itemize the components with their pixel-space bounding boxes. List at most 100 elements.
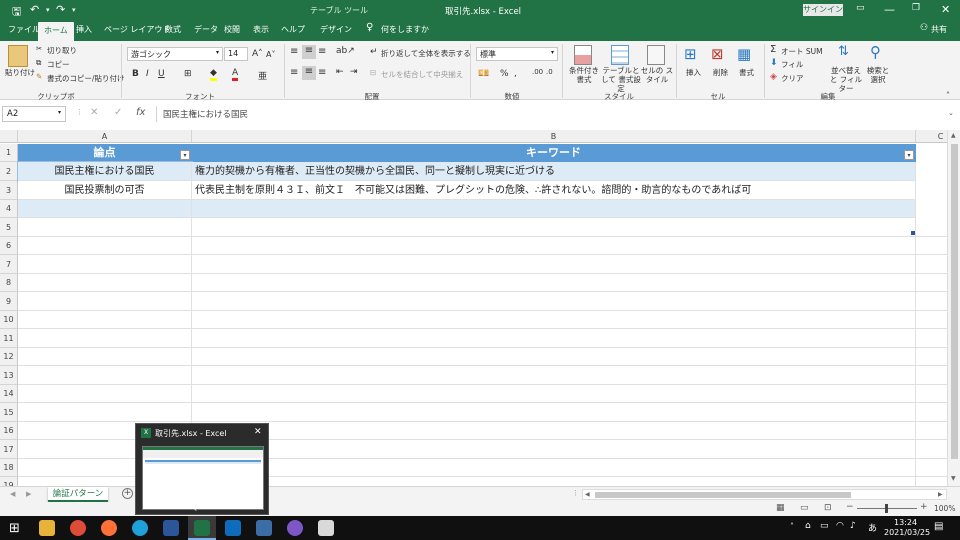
wrap-text-icon[interactable]: ↵ xyxy=(370,47,378,57)
row-header[interactable]: 10 xyxy=(0,311,18,329)
copy-button[interactable]: コピー xyxy=(47,59,70,70)
format-painter-button[interactable]: 書式のコピー/貼り付け xyxy=(47,73,125,84)
format-painter-icon[interactable]: ✎ xyxy=(36,72,42,81)
conditional-format-button[interactable]: 条件付き 書式 xyxy=(566,66,602,84)
network-icon[interactable]: ⌂ xyxy=(805,521,811,531)
italic-icon[interactable]: I xyxy=(146,69,149,79)
normal-view-icon[interactable]: ▦ xyxy=(776,503,785,513)
empty-cell[interactable] xyxy=(192,218,916,237)
cut-button[interactable]: 切り取り xyxy=(47,45,77,56)
close-icon[interactable]: ✕ xyxy=(941,3,950,16)
cut-icon[interactable]: ✂ xyxy=(36,44,42,53)
empty-cell[interactable] xyxy=(916,311,947,329)
row-header[interactable]: 18 xyxy=(0,459,18,477)
delete-cells-icon[interactable]: ⊠ xyxy=(711,45,724,63)
tab-file[interactable]: ファイル xyxy=(8,24,40,35)
empty-cell[interactable] xyxy=(192,477,916,486)
column-header-c[interactable]: C xyxy=(916,130,947,143)
filter-dropdown-icon[interactable]: ▾ xyxy=(180,150,190,160)
empty-cell[interactable] xyxy=(916,366,947,385)
start-icon[interactable]: ⊞ xyxy=(9,521,20,536)
ribbon-display-icon[interactable]: ▭ xyxy=(856,3,865,13)
empty-cell[interactable] xyxy=(192,403,916,422)
empty-cell[interactable] xyxy=(916,403,947,422)
empty-cell[interactable] xyxy=(192,366,916,385)
insert-cells-button[interactable]: 挿入 xyxy=(686,67,701,78)
row-header[interactable]: 12 xyxy=(0,348,18,366)
empty-cell[interactable] xyxy=(18,348,192,366)
page-layout-view-icon[interactable]: ▭ xyxy=(800,503,809,513)
confirm-entry-icon[interactable]: ✓ xyxy=(114,107,122,118)
undo-icon[interactable]: ↶ xyxy=(30,3,39,16)
ime-indicator[interactable]: あ xyxy=(868,521,877,534)
tab-data[interactable]: データ xyxy=(194,24,218,35)
tab-help[interactable]: ヘルプ xyxy=(281,24,305,35)
table-cell[interactable] xyxy=(192,200,916,218)
vertical-scrollbar[interactable]: ▲ ▼ xyxy=(947,130,960,486)
table-header-cell[interactable]: 論点 xyxy=(18,144,192,162)
tab-design[interactable]: デザイン xyxy=(320,24,352,35)
bold-icon[interactable]: B xyxy=(132,69,139,79)
format-as-table-icon[interactable] xyxy=(611,45,629,65)
decrease-indent-icon[interactable]: ⇤ xyxy=(336,67,344,77)
chrome-icon[interactable] xyxy=(70,520,86,536)
table-header-cell[interactable]: キーワード xyxy=(192,144,916,162)
excel-icon[interactable] xyxy=(194,520,210,536)
row-header[interactable]: 4 xyxy=(0,200,18,218)
undo-dropdown-icon[interactable]: ▾ xyxy=(46,6,50,14)
select-all-corner[interactable] xyxy=(0,130,18,143)
grow-font-icon[interactable]: A˄ xyxy=(252,49,263,59)
align-center-icon[interactable]: ≡ xyxy=(302,66,316,80)
empty-cell[interactable] xyxy=(192,459,916,477)
cell-styles-button[interactable]: セルの スタイル xyxy=(640,66,674,84)
firefox-icon[interactable] xyxy=(101,520,117,536)
tab-home[interactable]: ホーム xyxy=(38,22,74,41)
scroll-up-icon[interactable]: ▲ xyxy=(951,132,956,139)
number-format-combo[interactable]: 標準 ▾ xyxy=(476,47,558,61)
scroll-right-icon[interactable]: ▶ xyxy=(938,491,943,498)
empty-cell[interactable] xyxy=(192,237,916,255)
empty-cell[interactable] xyxy=(916,385,947,403)
row-header[interactable]: 16 xyxy=(0,422,18,440)
sort-filter-icon[interactable]: ⇅ xyxy=(838,44,849,59)
tab-page-layout[interactable]: ページ レイアウト xyxy=(104,24,170,35)
format-cells-icon[interactable]: ▦ xyxy=(737,45,751,63)
zoom-slider-thumb[interactable] xyxy=(885,504,888,513)
empty-cell[interactable] xyxy=(916,440,947,459)
row-header[interactable]: 14 xyxy=(0,385,18,403)
empty-cell[interactable] xyxy=(916,218,947,237)
edge-icon[interactable] xyxy=(132,520,148,536)
shrink-font-icon[interactable]: A˅ xyxy=(266,50,275,59)
horizontal-scrollbar[interactable]: ◀ ▶ xyxy=(582,489,947,500)
align-bottom-icon[interactable]: ≡ xyxy=(318,46,326,57)
zoom-in-icon[interactable]: + xyxy=(920,502,928,512)
empty-cell[interactable] xyxy=(916,459,947,477)
paste-button[interactable]: 貼り付け xyxy=(5,67,35,78)
collapse-ribbon-icon[interactable]: ˄ xyxy=(946,91,950,100)
empty-cell[interactable] xyxy=(192,311,916,329)
row-header[interactable]: 7 xyxy=(0,255,18,274)
show-hidden-icons-icon[interactable]: ˄ xyxy=(790,522,794,531)
empty-cell[interactable] xyxy=(192,440,916,459)
border-icon[interactable]: ⊞ xyxy=(184,69,192,79)
empty-cell[interactable] xyxy=(18,218,192,237)
redo-icon[interactable]: ↷ xyxy=(56,3,65,16)
row-header[interactable]: 17 xyxy=(0,440,18,459)
zoom-out-icon[interactable]: − xyxy=(846,502,854,512)
scroll-down-icon[interactable]: ▼ xyxy=(951,475,956,482)
action-center-icon[interactable]: ▤ xyxy=(934,521,943,532)
table-cell[interactable]: 国民主権における国民 xyxy=(17,161,193,182)
column-header-a[interactable]: A xyxy=(18,130,192,143)
row-header[interactable]: 6 xyxy=(0,237,18,255)
insert-cells-icon[interactable]: ⊞ xyxy=(684,45,697,63)
cancel-entry-icon[interactable]: ✕ xyxy=(90,107,98,118)
empty-cell[interactable] xyxy=(18,366,192,385)
orientation-icon[interactable]: ab↗ xyxy=(336,46,355,56)
decrease-decimal-icon[interactable]: .0 xyxy=(546,68,553,76)
customize-qat-icon[interactable]: ▾ xyxy=(72,6,76,14)
merge-center-button[interactable]: セルを結合して中央揃え xyxy=(381,69,463,80)
tab-review[interactable]: 校閲 xyxy=(224,24,240,35)
sheet-tab-active[interactable]: 論証パターン xyxy=(48,487,108,502)
empty-cell[interactable] xyxy=(18,237,192,255)
taskbar-preview-popup[interactable]: X 取引先.xlsx - Excel ✕ ↖ xyxy=(135,423,269,515)
